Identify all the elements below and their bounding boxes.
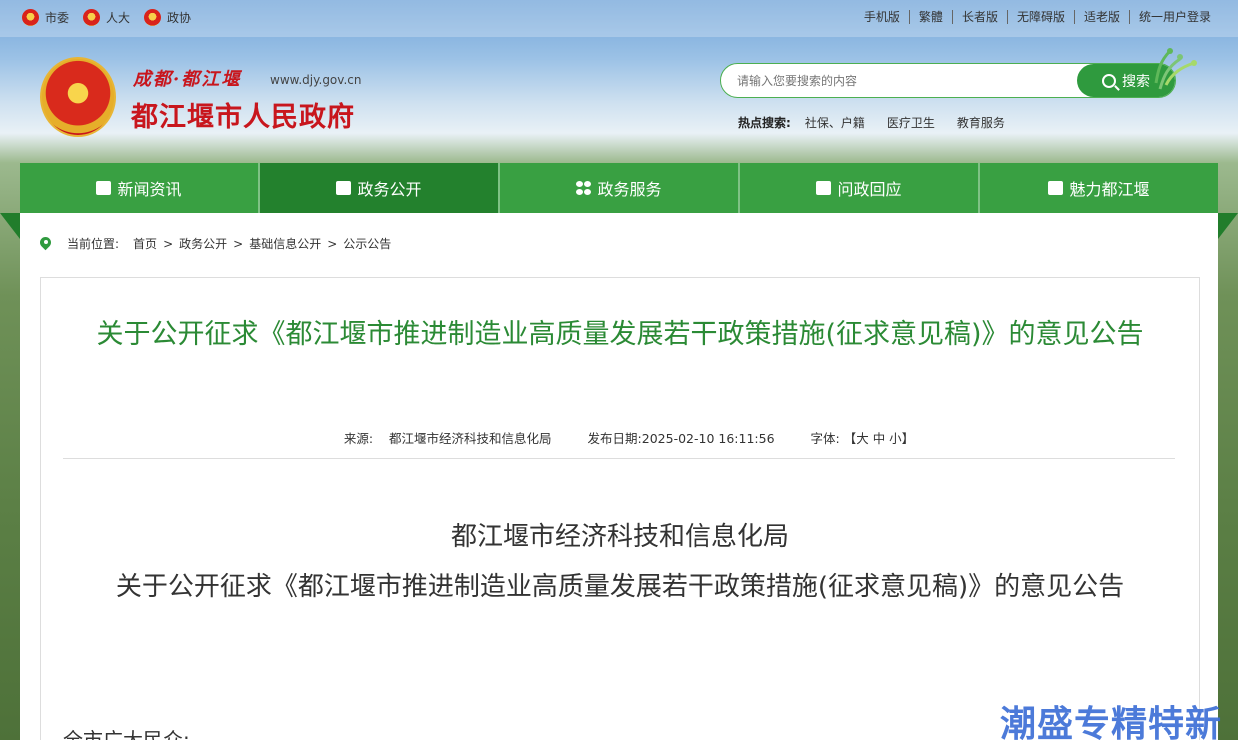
- hot-search-item[interactable]: 医疗卫生: [887, 114, 935, 131]
- nav-tab-news[interactable]: 新闻资讯: [20, 163, 260, 213]
- senior-friendly-link[interactable]: 适老版: [1073, 10, 1129, 24]
- national-emblem-icon: [83, 9, 101, 26]
- breadcrumb-item[interactable]: 政务公开: [179, 235, 227, 252]
- breadcrumb-label: 当前位置:: [67, 237, 120, 251]
- search-input[interactable]: [737, 72, 1067, 90]
- site-title[interactable]: 都江堰市人民政府: [131, 95, 355, 134]
- monitor-icon: [336, 181, 352, 195]
- site-header: 成都·都江堰 www.djy.gov.cn 都江堰市人民政府 搜索 热点搜索: …: [0, 37, 1238, 163]
- hot-search-list: 热点搜索: 社保、户籍 医疗卫生 教育服务: [738, 114, 1005, 131]
- national-emblem-logo: [40, 57, 116, 137]
- top-links-left: 市委 人大 政协: [22, 9, 191, 26]
- content-panel: 当前位置: 首页 > 政务公开 > 基础信息公开 > 公示公告 关于公开征求《都…: [20, 213, 1218, 740]
- article-greeting: 全市广大民众:: [63, 728, 190, 740]
- location-pin-icon: [40, 237, 51, 251]
- article-meta: 来源: 都江堰市经济科技和信息化局 发布日期:2025-02-10 16:11:5…: [41, 428, 1201, 447]
- nav-tab-charm[interactable]: 魅力都江堰: [980, 163, 1218, 213]
- sprout-decoration-icon: [1154, 48, 1197, 90]
- top-links-right: 手机版 繁體 长者版 无障碍版 适老版 统一用户登录: [855, 10, 1220, 24]
- hot-search-item[interactable]: 社保、户籍: [805, 114, 865, 131]
- breadcrumb-item[interactable]: 首页: [133, 235, 157, 252]
- unified-login-link[interactable]: 统一用户登录: [1128, 10, 1220, 24]
- nav-fold-right: [1218, 213, 1238, 239]
- watermark-text: 潮盛专精特新: [1000, 704, 1223, 740]
- mobile-version-link[interactable]: 手机版: [855, 10, 909, 24]
- search-icon: [1102, 73, 1116, 88]
- traditional-chinese-link[interactable]: 繁體: [908, 10, 952, 24]
- news-icon: [96, 181, 112, 195]
- main-nav: 新闻资讯 政务公开 政务服务 问政回应 魅力都江堰: [20, 163, 1218, 213]
- meta-divider: [63, 458, 1175, 459]
- accessible-version-link[interactable]: 无障碍版: [1006, 10, 1074, 24]
- nav-tab-gov-affairs[interactable]: 政务公开: [260, 163, 500, 213]
- chat-icon: [816, 181, 832, 195]
- breadcrumb-separator: >: [327, 236, 338, 251]
- nav-tab-inquiry[interactable]: 问政回应: [740, 163, 980, 213]
- nav-tab-services[interactable]: 政务服务: [500, 163, 740, 213]
- breadcrumb-item[interactable]: 基础信息公开: [249, 235, 321, 252]
- breadcrumb-separator: >: [233, 236, 244, 251]
- article-box: 关于公开征求《都江堰市推进制造业高质量发展若干政策措施(征求意见稿)》的意见公告…: [40, 277, 1200, 740]
- picture-icon: [1048, 181, 1064, 195]
- breadcrumb: 当前位置: 首页 > 政务公开 > 基础信息公开 > 公示公告: [40, 235, 391, 252]
- article-source: 来源: 都江堰市经济科技和信息化局: [343, 431, 552, 446]
- article-body-heading: 都江堰市经济科技和信息化局 关于公开征求《都江堰市推进制造业高质量发展若干政策措…: [51, 512, 1189, 612]
- party-emblem-icon: [22, 9, 39, 26]
- article-date: 发布日期:2025-02-10 16:11:56: [587, 431, 775, 446]
- breadcrumb-separator: >: [163, 236, 174, 251]
- top-link-party[interactable]: 市委: [22, 9, 69, 26]
- brand-subtitle: 成都·都江堰: [133, 69, 242, 90]
- body-heading-line1: 都江堰市经济科技和信息化局: [450, 522, 789, 552]
- article-title: 关于公开征求《都江堰市推进制造业高质量发展若干政策措施(征求意见稿)》的意见公告: [96, 319, 1144, 350]
- font-size-control[interactable]: 字体: 【大 中 小】: [811, 431, 915, 446]
- body-heading-line2: 关于公开征求《都江堰市推进制造业高质量发展若干政策措施(征求意见稿)》的意见公告: [115, 572, 1125, 602]
- brand-url: www.djy.gov.cn: [270, 73, 362, 87]
- apps-icon: [576, 181, 592, 195]
- hot-search-label: 热点搜索:: [738, 116, 791, 130]
- elder-version-link[interactable]: 长者版: [951, 10, 1007, 24]
- cppcc-emblem-icon: [144, 9, 162, 26]
- search-box: 搜索: [720, 63, 1176, 98]
- top-link-npc[interactable]: 人大: [83, 9, 130, 26]
- nav-fold-left: [0, 213, 20, 239]
- hot-search-item[interactable]: 教育服务: [957, 114, 1005, 131]
- breadcrumb-item[interactable]: 公示公告: [343, 235, 391, 252]
- top-utility-bar: 市委 人大 政协 手机版 繁體 长者版 无障碍版 适老版 统一用户登录: [0, 0, 1238, 37]
- top-link-cppcc[interactable]: 政协: [144, 9, 191, 26]
